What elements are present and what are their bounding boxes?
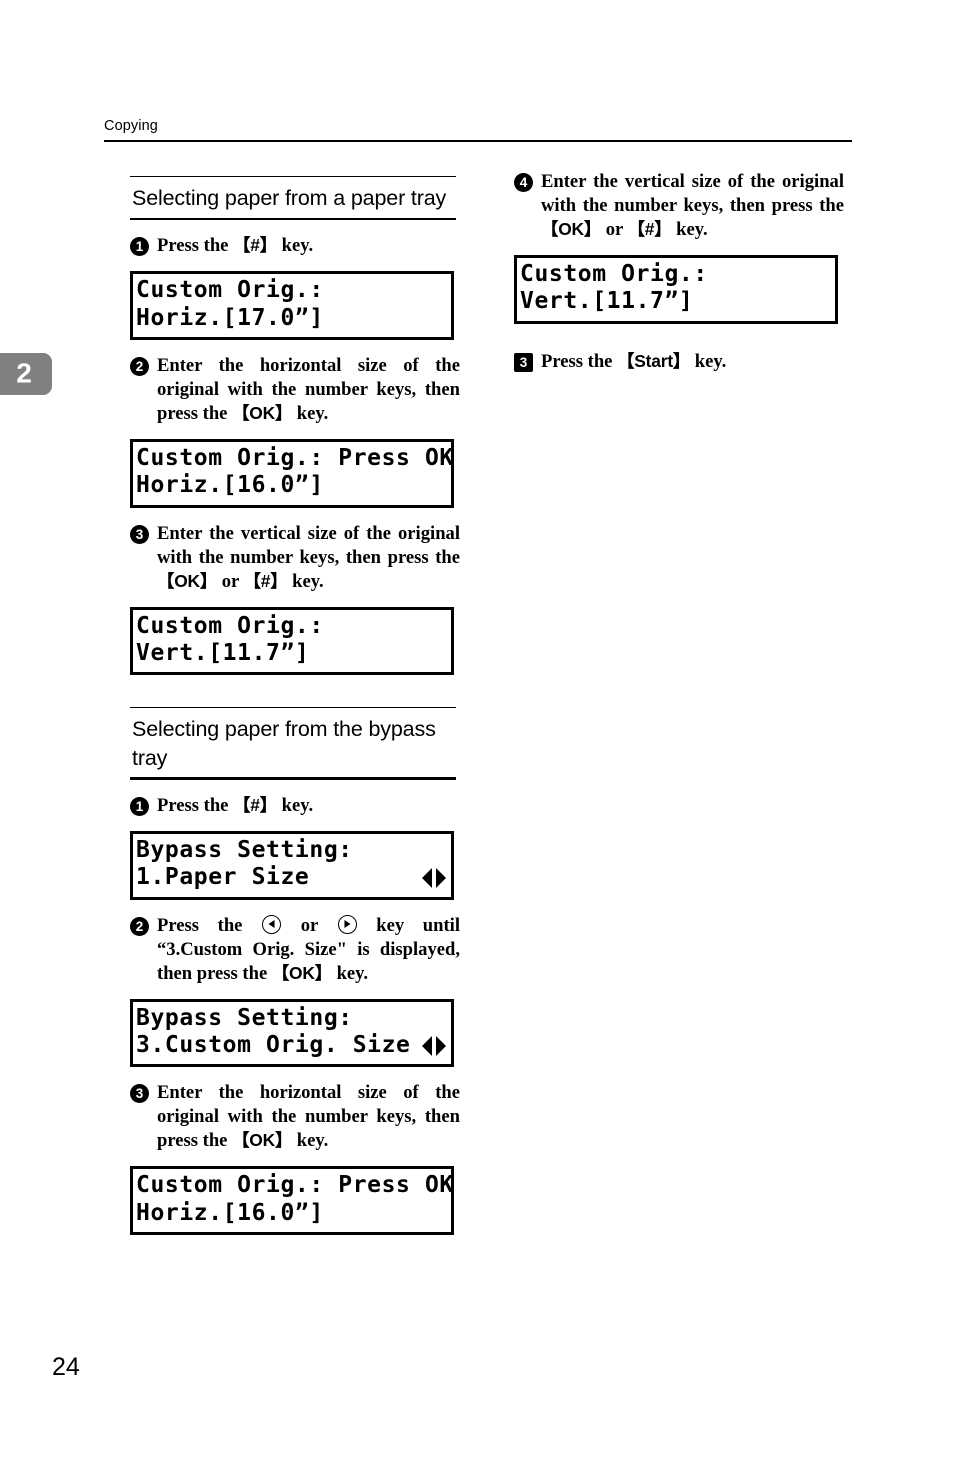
step-text: Enter the vertical size of the original …: [541, 171, 844, 240]
section-rule-bottom: [130, 777, 456, 781]
keycap-: 【#】: [243, 570, 288, 591]
keycap-start: 【Start】: [617, 350, 691, 371]
step-item: 1 Press the 【#】 key.: [130, 794, 460, 818]
lcd-line-1: Custom Orig.: Press OK: [136, 1172, 454, 1199]
step-marker-3: 3: [514, 352, 533, 372]
step-text: Enter the vertical size of the original …: [157, 522, 460, 592]
lcd-display: Bypass Setting: 3.Custom Orig. Size: [130, 998, 454, 1068]
section-rule-bottom: [130, 217, 456, 221]
lcd-line-2: 1.Paper Size: [136, 864, 310, 891]
keycap-ok: 【OK】: [157, 570, 218, 591]
step-marker-3: 3: [130, 524, 149, 544]
lcd-line-2: Horiz.[16.0”]: [136, 472, 324, 499]
step-marker-1: 1: [130, 797, 149, 817]
lcd-line-1: Custom Orig.: Press OK: [136, 444, 454, 471]
section: Selecting paper from a paper tray: [130, 176, 460, 221]
step-text: Press the or key until “3.Custom Orig. S…: [157, 914, 460, 984]
lcd-line-2: Horiz.[16.0”]: [136, 1199, 324, 1226]
lcd-line-2: Horiz.[17.0”]: [136, 304, 324, 331]
step-text: Press the 【#】 key.: [157, 235, 314, 257]
lcd-left-right-arrows-icon: [422, 1035, 446, 1057]
keycap-ok: 【OK】: [232, 402, 293, 423]
right-column: 4 Enter the vertical size of the original…: [514, 170, 844, 374]
step-marker-3: 3: [130, 1084, 149, 1104]
lcd-line-1: Custom Orig.:: [520, 260, 708, 287]
step-item: 4 Enter the vertical size of the original…: [514, 170, 844, 242]
step-marker-1: 1: [130, 237, 149, 257]
step-item: 3 Enter the vertical size of the original…: [130, 522, 460, 594]
step-text: Enter the horizontal size of the origina…: [157, 354, 460, 424]
keycap-ok: 【OK】: [271, 962, 332, 983]
page-number: 24: [52, 1353, 80, 1381]
lcd-line-1: Bypass Setting:: [136, 1004, 353, 1031]
step-text: Press the 【Start】 key.: [541, 350, 727, 372]
lcd-line-2-row: 3.Custom Orig. Size: [136, 1032, 448, 1059]
lcd-display: Custom Orig.: Vert.[11.7”]: [130, 606, 454, 676]
lcd-display: Custom Orig.: Horiz.[17.0”]: [130, 271, 454, 340]
chapter-tab: 2: [0, 353, 52, 395]
lcd-line-2: Vert.[11.7”]: [520, 288, 694, 315]
lcd-line-1: Bypass Setting:: [136, 837, 353, 863]
lcd-line-1: Custom Orig.:: [136, 277, 324, 304]
step-item: 2 Enter the horizontal size of the origin…: [130, 354, 460, 426]
step-item: 3 Enter the horizontal size of the origin…: [130, 1081, 460, 1153]
step-marker-2: 2: [130, 916, 149, 936]
step-text: Enter the horizontal size of the origina…: [157, 1082, 460, 1152]
keycap-: 【#】: [233, 795, 277, 816]
keycap-ok: 【OK】: [541, 218, 602, 239]
left-column: Selecting paper from a paper tray 1 Press …: [130, 176, 460, 1236]
keycap-: 【#】: [627, 218, 672, 239]
arrow-right-key-icon: [337, 914, 357, 934]
lcd-left-right-arrows-icon: [422, 867, 446, 889]
step-item: 1 Press the 【#】 key.: [130, 234, 460, 258]
lcd-line-2-row: 1.Paper Size: [136, 864, 448, 891]
chapter-tab-number: 2: [16, 357, 32, 389]
lcd-line-1: Custom Orig.:: [136, 612, 324, 639]
step-text: Press the 【#】 key.: [157, 795, 314, 817]
lcd-display: Custom Orig.: Press OK Horiz.[16.0”]: [130, 438, 454, 508]
keycap-ok: 【OK】: [232, 1130, 293, 1151]
arrow-left-key-icon: [262, 914, 282, 934]
lcd-display: Bypass Setting: 1.Paper Size: [130, 831, 454, 900]
lcd-display: Custom Orig.: Press OK Horiz.[16.0”]: [130, 1166, 454, 1236]
step-item: 3 Press the 【Start】 key.: [514, 350, 844, 374]
section-title: Selecting paper from a paper tray: [132, 186, 447, 210]
step-marker-4: 4: [514, 173, 533, 192]
section: Selecting paper from the bypass tray: [130, 707, 460, 781]
step-marker-2: 2: [130, 356, 149, 376]
step-item: 2 Press the or key until “3.Custom Orig. …: [130, 914, 460, 986]
keycap-: 【#】: [233, 235, 277, 256]
lcd-line-2: Vert.[11.7”]: [136, 639, 310, 666]
lcd-line-2: 3.Custom Orig. Size: [136, 1032, 411, 1059]
header-rule: [104, 140, 852, 142]
lcd-display: Custom Orig.: Vert.[11.7”]: [514, 254, 838, 324]
running-head: Copying: [104, 118, 158, 134]
section-title: Selecting paper from the bypass tray: [132, 717, 436, 770]
